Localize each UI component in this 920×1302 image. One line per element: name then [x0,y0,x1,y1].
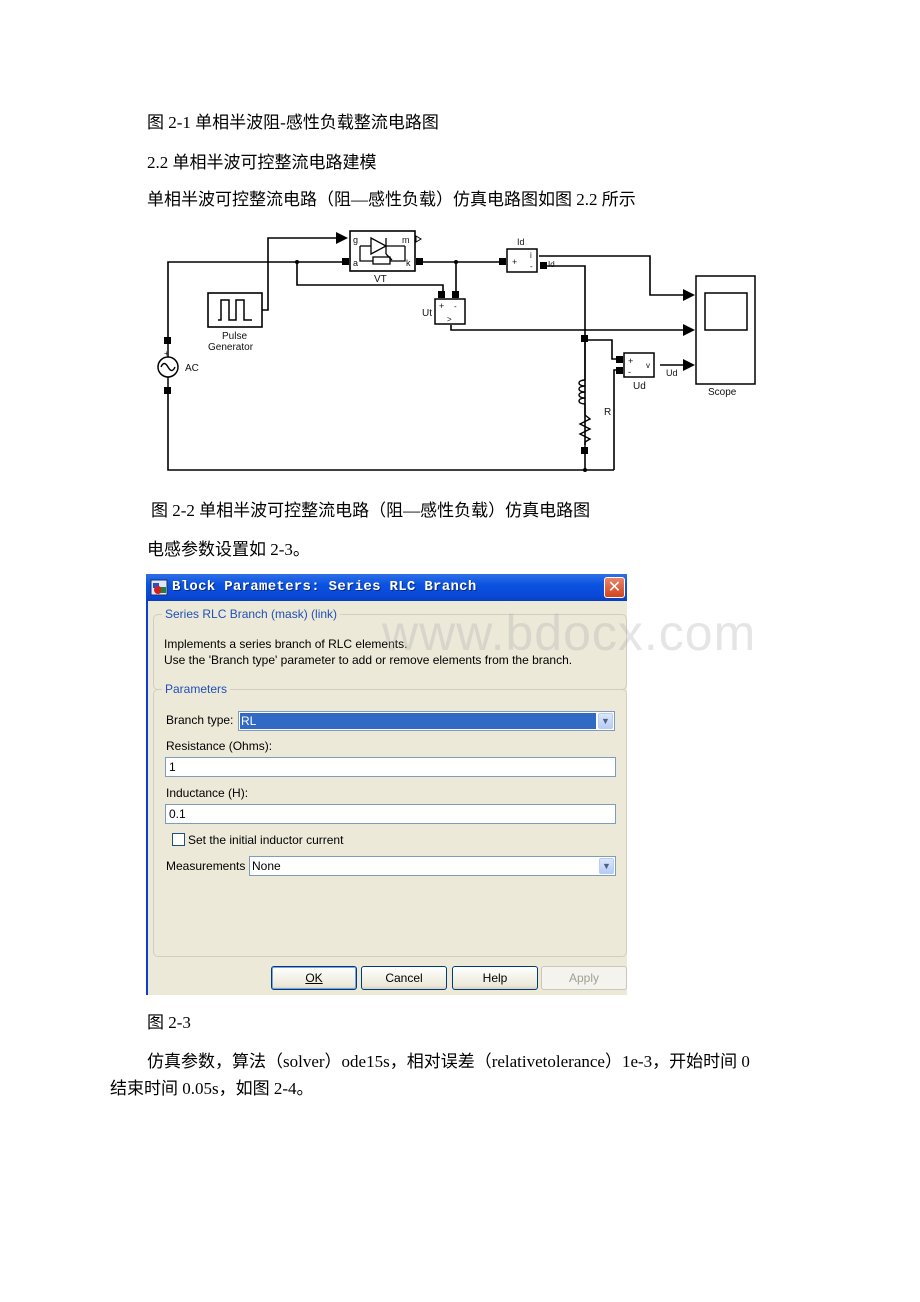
dialog-title: Block Parameters: Series RLC Branch [172,579,477,595]
block-parameters-dialog: Block Parameters: Series RLC Branch ✕ Se… [146,574,627,995]
inductance-input[interactable]: 0.1 [165,804,616,824]
mask-description-group: Series RLC Branch (mask) (link) Implemen… [153,607,627,690]
sim-params-line-2: 结束时间 0.05s，如图 2-4。 [110,1079,314,1098]
parameters-group-label: Parameters [162,682,231,696]
id-label: Id [517,237,525,247]
ut-label: Ut [422,308,432,319]
scope-block: Scope [695,275,756,398]
resistance-label: Resistance (Ohms): [166,739,273,753]
circuit-text-label: + [628,356,633,366]
circuit-text-label: v [646,361,650,370]
port-m-label: m [402,235,410,245]
parameters-group: Parameters Branch type: RL ▼ Resistance … [153,682,627,957]
chevron-down-icon[interactable]: ▼ [599,858,614,874]
circuit-text-label: - [454,302,457,311]
thyristor-block: g a m k VT [349,230,422,285]
port-g-label: g [353,235,358,245]
port-a-label: a [353,258,358,268]
sim-params-line-1: 仿真参数，算法（solver）ode15s，相对误差（relativetoler… [147,1052,750,1071]
svg-text:+: + [164,349,169,358]
scope-label: Scope [708,387,737,398]
cancel-button[interactable]: Cancel [361,966,447,990]
circuit-text-label: - [628,367,631,377]
help-button[interactable]: Help [452,966,538,990]
pulse-label-2: Generator [208,342,254,353]
current-meter-block: + i - Id Id [506,237,555,273]
wire-pulse-to-gate [262,237,340,311]
close-x-icon: ✕ [607,577,622,596]
fig-2-2-caption: 图 2-2 单相半波可控整流电路（阻—感性负载）仿真电路图 [151,501,591,520]
circuit-text-label: i [530,251,532,260]
fig-2-3-caption: 图 2-3 [147,1013,191,1032]
ac-label: AC [185,363,199,374]
wire-id-minus-to-load [547,265,586,445]
ud-voltage-meter-block: + - v Ud Ud [623,352,678,392]
initial-current-label[interactable]: Set the initial inductor current [188,833,343,847]
wire-ut-to-scope [450,325,685,331]
measurements-select[interactable]: None ▼ [249,856,616,876]
ud-signal-label: Ud [666,368,678,378]
initial-current-checkbox[interactable] [172,833,185,846]
circuit-text-label: + [439,301,444,311]
wire-node-to-ud-plus [585,339,618,360]
chevron-down-icon[interactable]: ▼ [598,713,613,729]
mask-group-label: Series RLC Branch (mask) (link) [162,607,341,621]
ac-source-block: + AC [157,344,199,387]
branch-type-label: Branch type: [166,713,234,727]
inductance-label: Inductance (H): [166,786,249,800]
simulink-circuit-diagram: g a m k VT Pulse Generator + AC + i - Id… [157,230,756,472]
description-line-2: Use the 'Branch type' parameter to add o… [164,653,573,667]
measurements-value: None [252,859,281,873]
ut-voltage-meter-block: + - > Ut [422,298,466,325]
intro-text: 单相半波可控整流电路（阻—感性负载）仿真电路图如图 2.2 所示 [147,190,636,209]
description-line-1: Implements a series branch of RLC elemen… [164,637,408,651]
wire-ud-minus [613,369,618,470]
resistance-input[interactable]: 1 [165,757,616,777]
r-label: R [604,407,611,418]
pulse-generator-block: Pulse Generator [207,292,263,353]
measurements-label: Measurements [166,859,246,873]
ud-label: Ud [633,381,646,392]
dialog-title-bar[interactable]: Block Parameters: Series RLC Branch ✕ [146,574,627,601]
circuit-text-label: Id [548,260,555,269]
ok-button[interactable]: OK [271,966,357,990]
wire-bottom-return [167,387,614,471]
port-k-label: k [406,258,411,268]
simulink-app-icon [150,579,168,596]
fig-2-1-caption: 图 2-1 单相半波阻-感性负载整流电路图 [147,113,439,132]
svg-text:>: > [447,315,452,324]
branch-type-select[interactable]: RL ▼ [238,711,615,731]
section-2-2-heading: 2.2 单相半波可控整流电路建模 [147,153,377,172]
close-button[interactable]: ✕ [604,577,625,598]
branch-type-value: RL [241,714,257,728]
pulse-label-1: Pulse [222,331,247,342]
thyristor-label: VT [374,274,387,285]
wire-id-to-scope [539,255,685,296]
circuit-text-label: - [530,262,533,271]
circuit-text-label: + [512,257,517,267]
apply-button[interactable]: Apply [541,966,627,990]
inductance-text: 电感参数设置如 2-3。 [147,540,310,559]
